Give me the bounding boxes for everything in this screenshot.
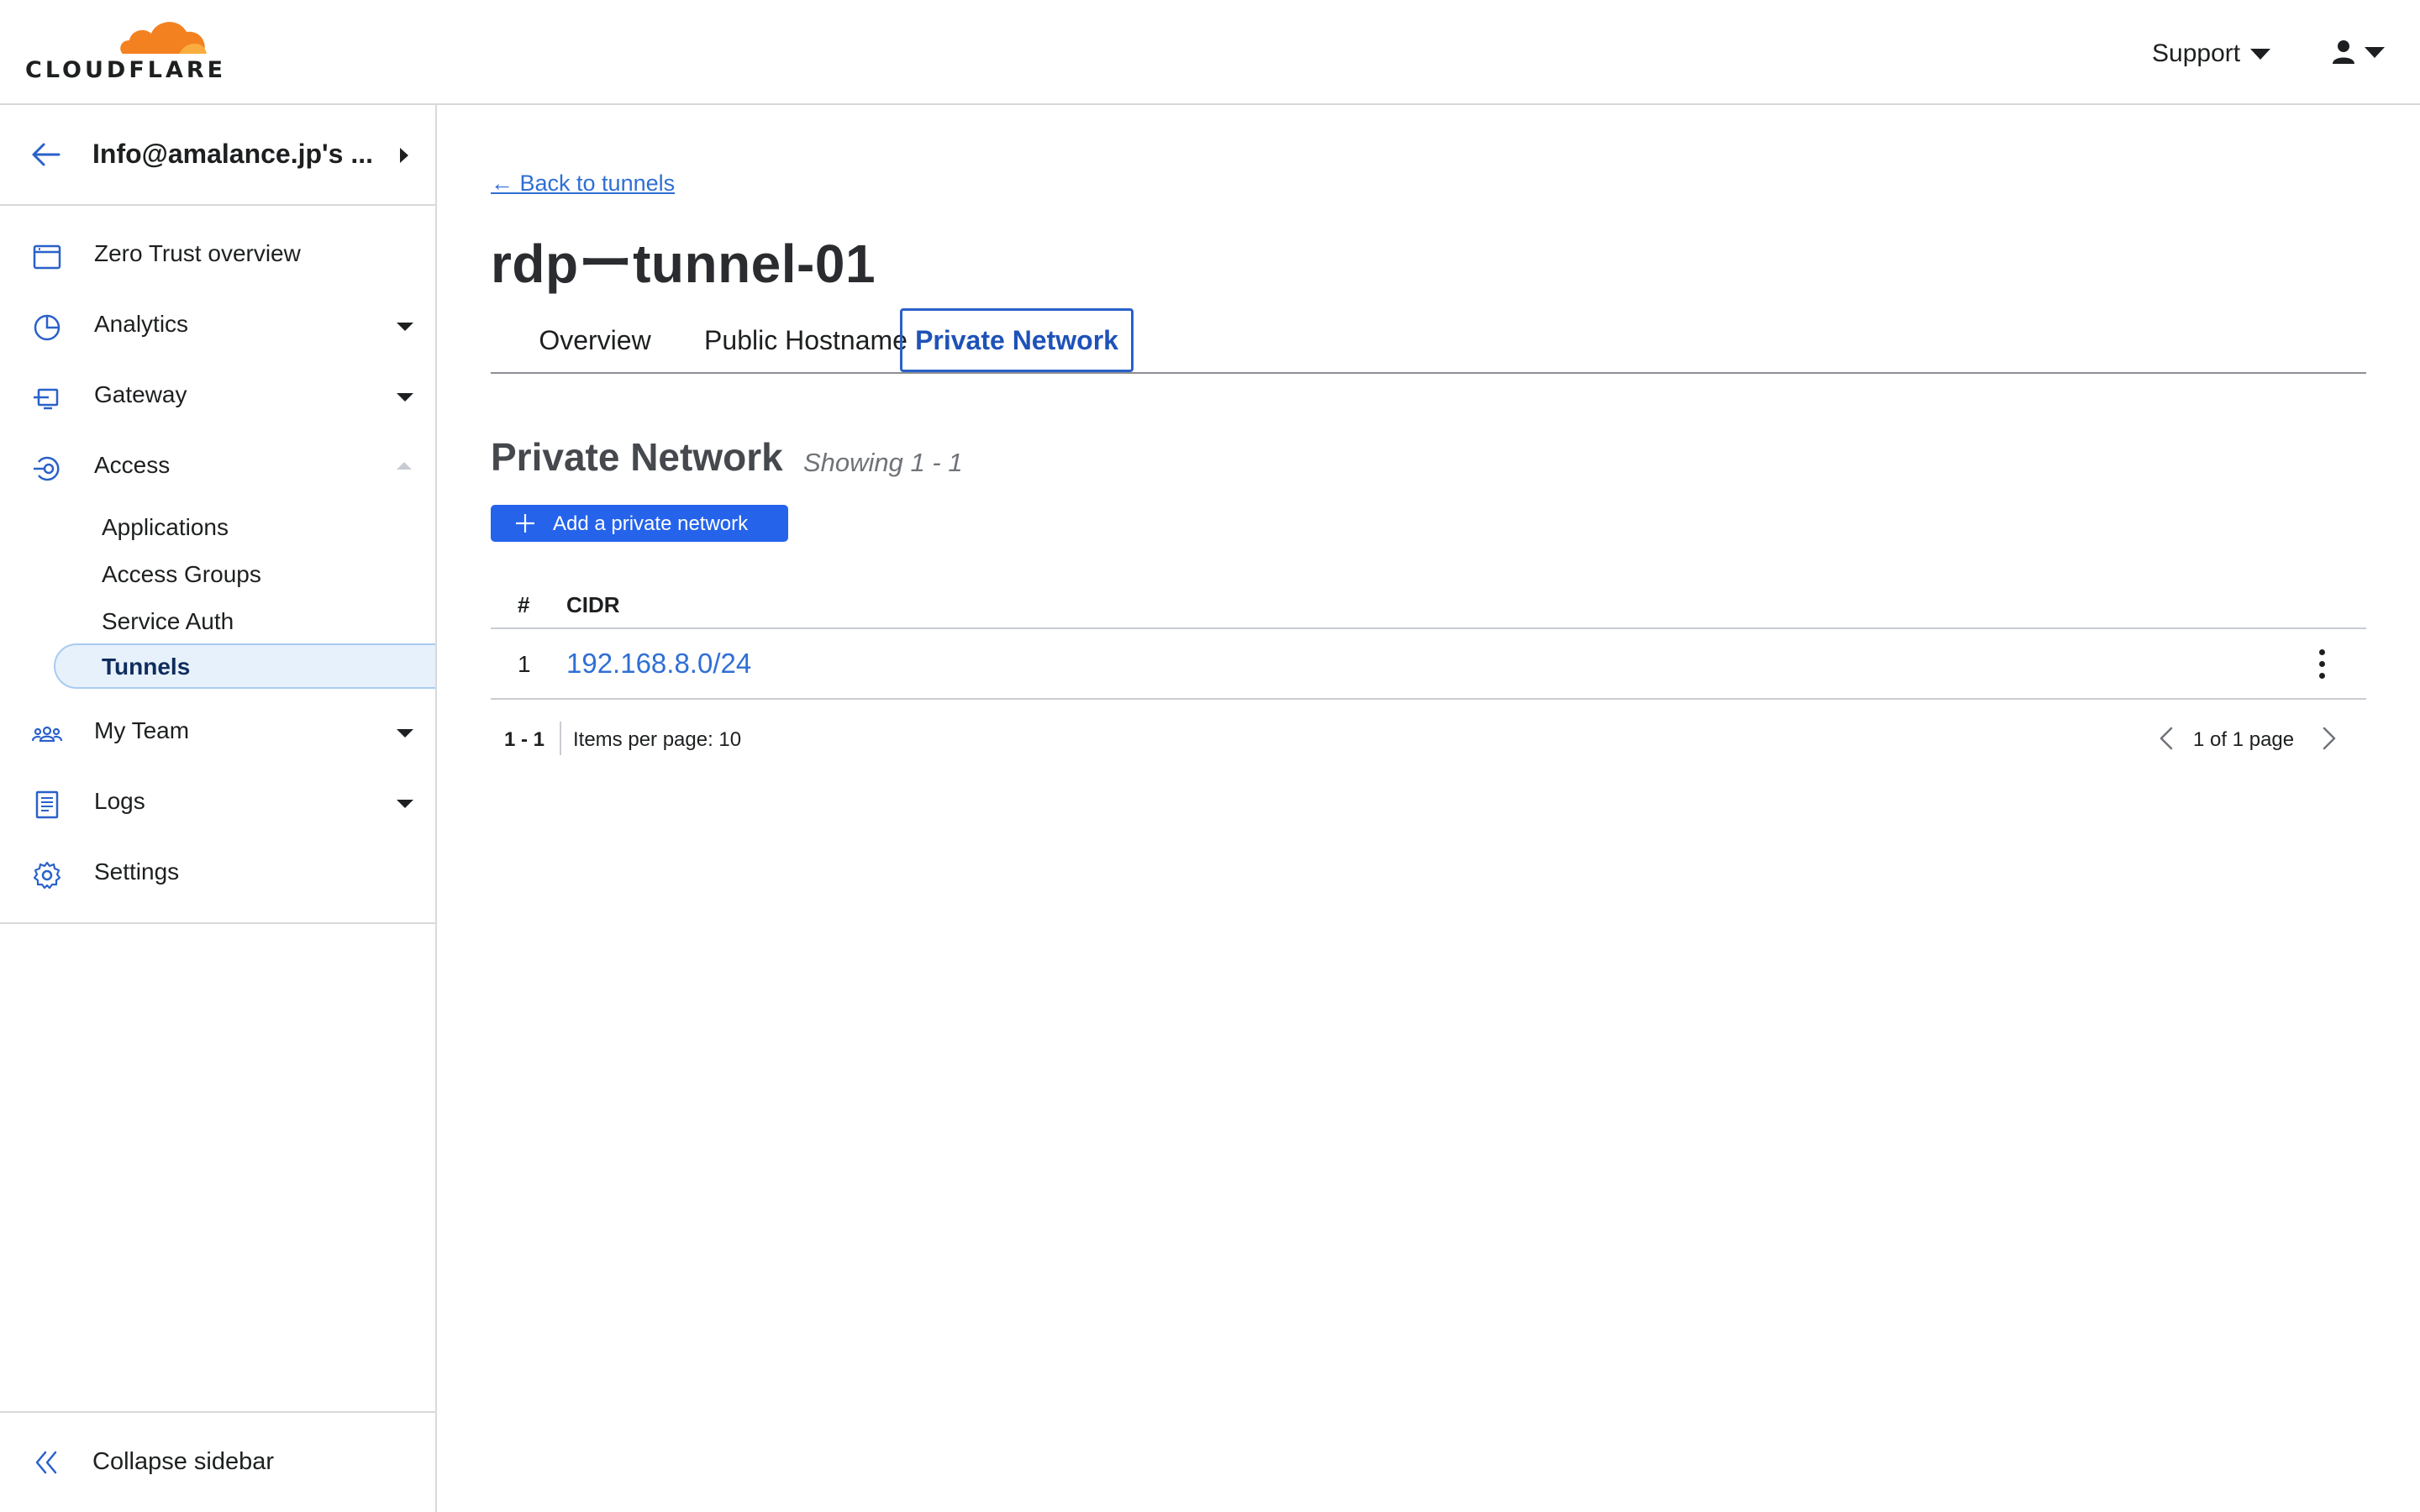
pagination-divider [560,722,561,755]
sidebar-item-zero-trust-overview[interactable]: Zero Trust overview [0,228,435,282]
sidebar-subitem-label: Service Auth [102,608,234,634]
chevron-down-icon [397,323,413,331]
tab-bar: Overview Public Hostname Private Network [491,308,2366,374]
sidebar-item-label: Access [94,452,171,478]
sidebar-item-label: My Team [94,717,190,743]
chevron-right-icon[interactable] [2316,725,2341,752]
sidebar-item-access[interactable]: Access [0,440,435,494]
logo-wordmark: CLOUDFLARE [25,57,227,83]
back-to-tunnels-link[interactable]: ← Back to tunnels [491,171,675,197]
sidebar-item-label: Analytics [94,311,189,337]
sidebar-divider [0,922,435,924]
row-index: 1 [518,651,531,677]
cloud-logo-icon [116,22,210,57]
chevron-down-icon [2250,48,2271,60]
table-row: 1 192.168.8.0/24 [491,631,2366,700]
cidr-link[interactable]: 192.168.8.0/24 [566,648,751,680]
sidebar-subitem-tunnels[interactable]: Tunnels [54,643,435,689]
collapse-sidebar-label: Collapse sidebar [92,1448,275,1475]
chevron-left-icon[interactable] [2154,725,2180,752]
row-actions-kebab-icon[interactable] [2314,648,2331,681]
app-root: CLOUDFLARE Support Info@amalance.jp's ..… [0,0,2420,1512]
sidebar-item-analytics[interactable]: Analytics [0,299,435,353]
user-icon [2333,40,2354,64]
results-count: Showing 1 - 1 [803,448,963,477]
sidebar-subitem-label: Access Groups [102,561,261,587]
column-header-cidr: CIDR [566,592,620,617]
tab-public-hostname[interactable]: Public Hostname [696,308,916,372]
section-title: Private Network [491,435,783,479]
access-icon [34,456,60,481]
gear-icon [33,861,61,890]
sidebar-subitem-service-auth[interactable]: Service Auth [54,598,435,643]
sidebar: Info@amalance.jp's ... Zero Trust overvi… [0,105,437,1512]
browser-window-icon [33,244,61,270]
arrow-left-icon[interactable] [30,142,60,167]
pagination: 1 - 1 Items per page: 10 1 of 1 page [491,718,2366,759]
collapse-sidebar-button[interactable]: Collapse sidebar [0,1411,435,1512]
pagination-range: 1 - 1 [504,728,545,751]
cloudflare-logo[interactable]: CLOUDFLARE [25,15,223,83]
user-menu[interactable] [2331,35,2385,69]
tab-private-network[interactable]: Private Network [900,308,1134,372]
chevron-down-icon [397,729,413,738]
page-info: 1 of 1 page [2193,728,2295,751]
chevron-down-icon [397,800,413,808]
sidebar-subitem-applications[interactable]: Applications [54,504,435,549]
pie-chart-icon [34,314,60,341]
sidebar-subitem-access-groups[interactable]: Access Groups [54,551,435,596]
sidebar-item-label: Logs [94,788,145,814]
sidebar-item-logs[interactable]: Logs [0,776,435,830]
sidebar-item-label: Gateway [94,381,187,407]
chevron-down-icon [2365,46,2385,58]
account-name: Info@amalance.jp's ... [92,139,374,169]
chevron-down-icon [397,393,413,402]
chevron-right-icon [400,148,408,163]
chevron-up-icon [397,462,412,470]
account-switcher[interactable]: Info@amalance.jp's ... [0,105,435,206]
column-header-index: # [518,592,530,617]
sidebar-item-gateway[interactable]: Gateway [0,370,435,423]
tab-overview[interactable]: Overview [514,308,676,372]
sidebar-item-label: Zero Trust overview [94,240,301,266]
logs-icon [35,790,59,819]
support-label: Support [2152,39,2241,67]
add-private-network-label: Add a private network [553,512,749,535]
gateway-icon [34,388,59,410]
sidebar-item-my-team[interactable]: My Team [0,706,435,759]
top-header: CLOUDFLARE Support [0,0,2420,105]
support-menu[interactable]: Support [2152,37,2271,71]
sidebar-item-label: Settings [94,858,180,885]
double-chevron-left-icon [35,1451,57,1474]
plus-icon [516,514,534,533]
team-icon [32,726,62,743]
sidebar-subitem-label: Applications [102,514,229,540]
items-per-page[interactable]: Items per page: 10 [573,728,741,752]
table-header-row: # CIDR [491,584,2366,629]
page-title: rdpーtunnel-01 [491,234,876,294]
sidebar-subitem-label: Tunnels [102,654,191,680]
add-private-network-button[interactable]: Add a private network [491,505,788,542]
sidebar-item-settings[interactable]: Settings [0,847,435,900]
